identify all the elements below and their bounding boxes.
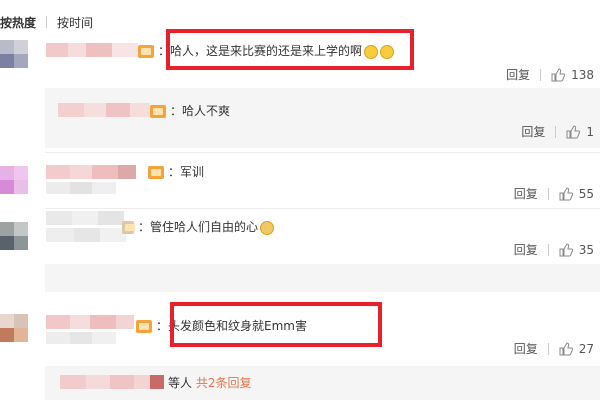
action-divider [555, 125, 557, 138]
thumbs-up-icon[interactable] [559, 242, 573, 257]
reply-box [45, 88, 600, 148]
blurred-username[interactable] [46, 165, 136, 179]
highlight-box [166, 29, 414, 70]
fan-badge-icon [150, 105, 166, 118]
avatar[interactable] [0, 40, 28, 68]
blurred-username[interactable] [46, 315, 134, 329]
blurred-username[interactable] [58, 103, 150, 117]
blurred-username[interactable] [46, 211, 124, 225]
blurred-username[interactable] [60, 375, 164, 389]
comment-2-content: ：哈人不爽 [150, 102, 230, 119]
like-count: 35 [578, 242, 594, 257]
blurred-username[interactable] [46, 43, 138, 57]
divider-line [45, 152, 600, 153]
blurred-text [46, 228, 126, 242]
reply-button[interactable]: 回复 [514, 241, 538, 258]
like-count: 1 [586, 124, 594, 139]
comment-2-actions: 回复 1 [521, 123, 594, 140]
comment-3-text: ：军训 [168, 165, 205, 179]
comment-2-text: ：哈人不爽 [170, 104, 231, 118]
reply-box [45, 264, 600, 292]
thumbs-up-icon[interactable] [551, 67, 566, 82]
blurred-text [46, 182, 116, 194]
fan-badge-icon [138, 45, 154, 58]
fan-badge-icon [122, 221, 135, 234]
reply-button[interactable]: 回复 [514, 185, 538, 202]
reply-button[interactable]: 回复 [514, 340, 538, 357]
divider-line [45, 208, 600, 209]
comment-3-actions: 回复 55 [514, 185, 594, 202]
reply-button[interactable]: 回复 [506, 66, 530, 83]
reply-button[interactable]: 回复 [521, 123, 545, 140]
sub-reply-summary: 等人 共2条回复 [168, 374, 251, 391]
like-count: 55 [578, 186, 594, 201]
etc-text: 等人 [168, 376, 193, 390]
cat-emoji-icon [260, 220, 275, 235]
highlight-box [170, 302, 382, 347]
thumbs-up-icon[interactable] [566, 124, 581, 139]
avatar[interactable] [0, 166, 28, 194]
tab-by-time[interactable]: 按时间 [57, 14, 93, 31]
more-replies-link[interactable]: 共2条回复 [196, 376, 252, 390]
comment-4-text: ：管住哈人们自由的心 [138, 220, 259, 234]
comment-5-actions: 回复 27 [514, 340, 594, 357]
avatar[interactable] [0, 222, 28, 250]
thumbs-up-icon[interactable] [559, 341, 573, 356]
comment-1-actions: 回复 138 [506, 66, 594, 83]
tab-by-popularity[interactable]: 按热度 [0, 14, 36, 31]
comment-4-content: ：管住哈人们自由的心 [122, 218, 275, 235]
sort-divider [46, 16, 48, 28]
action-divider [547, 342, 549, 355]
like-count: 138 [571, 67, 594, 82]
sort-bar: 按热度 按时间 [0, 10, 93, 34]
thumbs-up-icon[interactable] [559, 186, 573, 201]
comment-3-content: ：军训 [148, 163, 204, 180]
comment-4-actions: 回复 35 [514, 241, 594, 258]
action-divider [547, 243, 549, 256]
action-divider [547, 187, 549, 200]
like-count: 27 [578, 341, 594, 356]
action-divider [540, 68, 542, 81]
blurred-text [46, 332, 116, 344]
avatar[interactable] [0, 314, 28, 342]
fan-badge-icon [148, 166, 164, 179]
fan-badge-icon [136, 320, 152, 333]
